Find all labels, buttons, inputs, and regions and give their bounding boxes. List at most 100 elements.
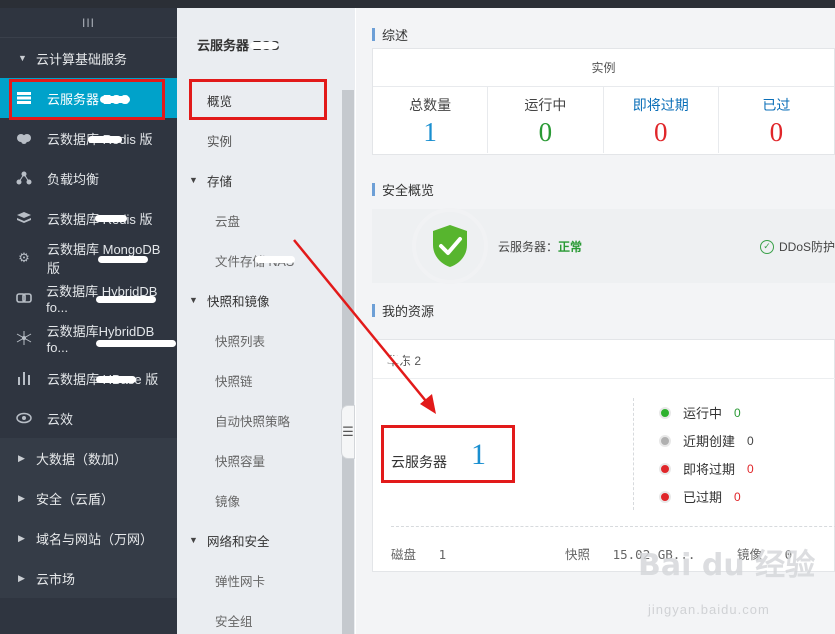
submenu-item-instances[interactable]: 实例 — [177, 120, 355, 160]
sidebar-item-slb[interactable]: 负载均衡 — [0, 158, 177, 198]
instance-card: 实例 总数量 1 运行中 0 即将过期 0 已过 0 — [372, 48, 835, 155]
annotation-box-ecs — [9, 79, 165, 120]
ecs-security-label: 云服务器： — [498, 240, 559, 254]
disk-count: 1 — [438, 547, 447, 562]
submenu-group-snapshot[interactable]: ▼ 快照和镜像 — [177, 280, 355, 320]
sidebar-collapse-button[interactable]: III — [0, 8, 177, 38]
redaction-mark — [96, 296, 156, 303]
annotation-box-ecs-count — [381, 425, 515, 483]
stat-value: 0 — [538, 117, 553, 147]
stat-value: 1 — [423, 117, 437, 147]
status-expired[interactable]: 已过期 0 — [659, 487, 741, 506]
stat-label: 即将过期 — [632, 97, 689, 113]
submenu-item-auto-snapshot[interactable]: 自动快照策略 — [177, 400, 355, 440]
submenu-group-label: 网络和安全 — [207, 534, 270, 549]
submenu-item-eni[interactable]: 弹性网卡 — [177, 560, 355, 600]
stat-value: 0 — [769, 117, 784, 147]
load-balancer-icon — [14, 170, 34, 186]
submenu-item-security-group[interactable]: 安全组 — [177, 600, 355, 634]
caret-right-icon: ▶ — [18, 532, 25, 543]
redaction-mark — [386, 356, 404, 363]
ecs-security-status: 云服务器：正常 — [498, 238, 582, 255]
menu-collapse-icon: III — [81, 15, 95, 30]
submenu-group-label: 快照和镜像 — [207, 294, 270, 309]
ddos-label: DDoS防护 — [779, 240, 835, 254]
redaction-mark — [88, 136, 122, 143]
stack-icon — [14, 210, 34, 226]
sidebar-group-market[interactable]: ▶ 云市场 — [0, 558, 177, 598]
submenu-group-storage[interactable]: ▼ 存储 — [177, 160, 355, 200]
submenu-item-image[interactable]: 镜像 — [177, 480, 355, 520]
status-dot-icon — [659, 462, 671, 475]
stat-label: 总数量 — [409, 97, 452, 113]
section-title-overview: 综述 — [372, 25, 408, 44]
status-dot-icon — [659, 406, 671, 419]
stat-expiring[interactable]: 即将过期 0 — [604, 87, 719, 153]
status-running[interactable]: 运行中 0 — [659, 403, 741, 422]
sidebar-item-label: 负载均衡 — [47, 171, 100, 187]
status-count: 0 — [747, 461, 754, 476]
submenu-item-snapshot-chain[interactable]: 快照链 — [177, 360, 355, 400]
submenu-item-snapshot-list[interactable]: 快照列表 — [177, 320, 355, 360]
redaction-mark — [96, 376, 136, 383]
caret-down-icon: ▼ — [189, 295, 198, 305]
sidebar-group-label: 云计算基础服务 — [36, 51, 128, 67]
stat-expired[interactable]: 已过 0 — [719, 87, 834, 153]
disk-stat[interactable]: 磁盘 1 — [391, 544, 446, 563]
gear-icon: ⚙ — [18, 250, 30, 265]
submenu-scrollbar[interactable] — [342, 90, 354, 634]
status-label: 即将过期 — [683, 462, 736, 477]
section-title-resources: 我的资源 — [372, 301, 434, 320]
status-dot-icon — [659, 490, 671, 503]
status-count: 0 — [747, 433, 754, 448]
submenu-group-network[interactable]: ▼ 网络和安全 — [177, 520, 355, 560]
redaction-mark — [96, 340, 176, 347]
ecs-security-value: 正常 — [558, 240, 583, 254]
submenu-item-disk[interactable]: 云盘 — [177, 200, 355, 240]
sidebar-item-mongodb[interactable]: ⚙ 云数据库 MongoDB 版 — [0, 238, 177, 278]
collapse-handle[interactable]: ☰ — [341, 405, 355, 459]
instance-card-header: 实例 — [373, 49, 834, 87]
sidebar-item-redis-2[interactable]: 云数据库 Redis 版 — [0, 198, 177, 238]
submenu-group-label: 存储 — [207, 174, 233, 189]
sidebar-group-label: 云市场 — [36, 571, 76, 587]
sidebar-group-security[interactable]: ▶ 安全（云盾） — [0, 478, 177, 518]
redaction-mark — [250, 42, 278, 49]
submenu-item-snapshot-capacity[interactable]: 快照容量 — [177, 440, 355, 480]
sidebar-group-bigdata[interactable]: ▶ 大数据（数加） — [0, 438, 177, 478]
stat-total[interactable]: 总数量 1 — [373, 87, 489, 153]
top-bar — [0, 0, 835, 8]
security-card: 云服务器：正常 ✓ DDoS防护 — [372, 208, 835, 284]
divider — [373, 378, 835, 379]
stat-label: 运行中 — [524, 97, 567, 113]
sidebar-item-hybriddb-2[interactable]: 云数据库HybridDB fo... — [0, 318, 177, 358]
status-recent[interactable]: 近期创建 0 — [659, 431, 754, 450]
divider — [391, 526, 835, 527]
ddos-status[interactable]: ✓ DDoS防护 — [760, 238, 835, 255]
shield-badge — [412, 208, 488, 284]
chart-bars-icon — [14, 370, 34, 386]
status-expiring[interactable]: 即将过期 0 — [659, 459, 754, 478]
sidebar-lower-groups: ▶ 大数据（数加） ▶ 安全（云盾） ▶ 域名与网站（万网） ▶ 云市场 — [0, 438, 177, 598]
sidebar-group-domain[interactable]: ▶ 域名与网站（万网） — [0, 518, 177, 558]
instance-stats: 总数量 1 运行中 0 即将过期 0 已过 0 — [373, 87, 834, 153]
watermark-url: jingyan.baidu.com — [648, 602, 770, 617]
database-icon — [14, 130, 34, 146]
sidebar-group-cloud-basic[interactable]: ▼ 云计算基础服务 — [0, 38, 177, 78]
stat-running[interactable]: 运行中 0 — [488, 87, 604, 153]
snapshot-label: 快照 — [565, 547, 591, 562]
link-icon — [14, 290, 33, 306]
sidebar-group-label: 域名与网站（万网） — [36, 531, 154, 547]
status-label: 近期创建 — [683, 434, 736, 449]
sidebar-item-label: 云数据库HybridDB fo... — [46, 324, 155, 355]
caret-right-icon: ▶ — [18, 452, 25, 463]
status-label: 已过期 — [683, 490, 723, 505]
caret-right-icon: ▶ — [18, 492, 25, 503]
shield-check-icon — [433, 225, 467, 267]
sidebar-item-hbase[interactable]: 云数据库 HBase 版 — [0, 358, 177, 398]
sidebar-group-label: 大数据（数加） — [36, 451, 128, 467]
network-icon — [14, 330, 34, 346]
redaction-mark — [255, 256, 295, 263]
stat-value: 0 — [653, 117, 668, 147]
sidebar-item-yunxiao[interactable]: 云效 — [0, 398, 177, 438]
